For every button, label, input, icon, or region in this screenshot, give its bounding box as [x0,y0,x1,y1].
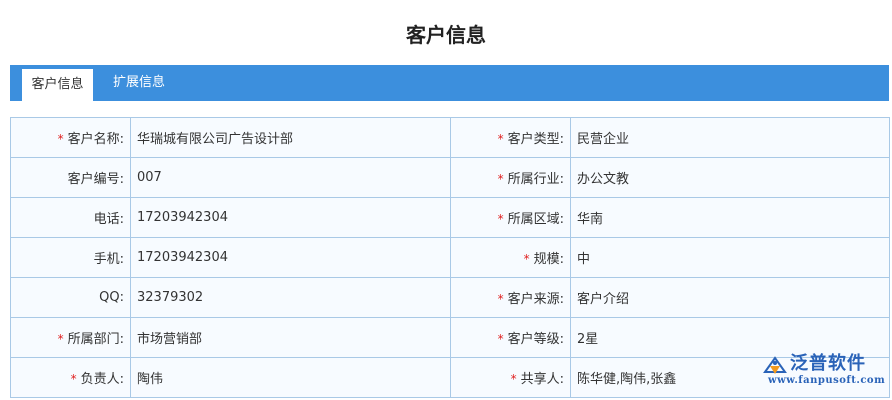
table-row: 手机: 17203942304 * 规模: 中 [10,237,890,278]
required-mark: * [497,172,504,186]
field-label: 所属区域: [507,212,564,227]
required-mark: * [523,252,530,266]
tab-customer-info[interactable]: 客户信息 [22,67,93,101]
field-label: 客户来源: [507,292,564,307]
field-label-cell: * 所属行业: [450,157,571,198]
field-label: 所属行业: [507,172,564,187]
required-mark: * [497,332,504,346]
field-label-cell: QQ: [10,277,131,318]
table-row: 电话: 17203942304 * 所属区域: 华南 [10,197,890,238]
field-label: 共享人: [520,372,564,387]
field-value: 17203942304 [130,237,451,278]
field-label-cell: * 规模: [450,237,571,278]
field-label: 客户等级: [507,332,564,347]
field-label: 规模: [533,252,564,267]
field-value: 中 [570,237,890,278]
field-label-cell: * 负责人: [10,357,131,398]
required-mark: * [510,372,517,386]
field-label-cell: * 客户类型: [450,117,571,158]
field-label: 客户编号: [67,172,124,187]
logo-url: www.fanpusoft.com [768,375,886,386]
tab-bar: 客户信息 扩展信息 [10,65,889,101]
field-value: 华瑞城有限公司广告设计部 [130,117,451,158]
field-label: 手机: [93,252,124,267]
table-row: QQ: 32379302 * 客户来源: 客户介绍 [10,277,890,318]
field-value: 华南 [570,197,890,238]
field-value: 32379302 [130,277,451,318]
required-mark: * [497,212,504,226]
field-value: 陶伟 [130,357,451,398]
field-value: 客户介绍 [570,277,890,318]
field-label-cell: * 所属区域: [450,197,571,238]
field-label-cell: 电话: [10,197,131,238]
field-label-cell: 手机: [10,237,131,278]
field-label: 客户类型: [507,132,564,147]
field-value: 007 [130,157,451,198]
field-label: QQ: [99,290,124,305]
field-label: 所属部门: [67,332,124,347]
page-title: 客户信息 [406,23,486,47]
field-label-cell: * 客户名称: [10,117,131,158]
field-label-cell: * 共享人: [450,357,571,398]
field-label-cell: * 客户等级: [450,317,571,358]
field-value: 办公文教 [570,157,890,198]
table-row: 客户编号: 007 * 所属行业: 办公文教 [10,157,890,198]
required-mark: * [70,372,77,386]
table-row: * 客户名称: 华瑞城有限公司广告设计部 * 客户类型: 民营企业 [10,117,890,158]
field-label: 负责人: [80,372,124,387]
field-value: 市场营销部 [130,317,451,358]
logo-name: 泛普软件 [790,353,866,374]
field-label: 客户名称: [67,132,124,147]
table-row: * 负责人: 陶伟 * 共享人: 陈华健,陶伟,张鑫 [10,357,890,398]
field-label-cell: 客户编号: [10,157,131,198]
required-mark: * [57,332,64,346]
customer-info-table: * 客户名称: 华瑞城有限公司广告设计部 * 客户类型: 民营企业 客户编号: 007 * 所属行… [10,117,890,398]
field-value: 民营企业 [570,117,890,158]
field-value: 17203942304 [130,197,451,238]
field-label: 电话: [93,212,124,227]
field-label-cell: * 客户来源: [450,277,571,318]
required-mark: * [497,292,504,306]
required-mark: * [497,132,504,146]
fanpu-logo: 泛普软件 www.fanpusoft.com [760,352,888,394]
table-row: * 所属部门: 市场营销部 * 客户等级: 2星 [10,317,890,358]
tab-extended-info[interactable]: 扩展信息 [103,67,175,101]
field-label-cell: * 所属部门: [10,317,131,358]
required-mark: * [57,132,64,146]
